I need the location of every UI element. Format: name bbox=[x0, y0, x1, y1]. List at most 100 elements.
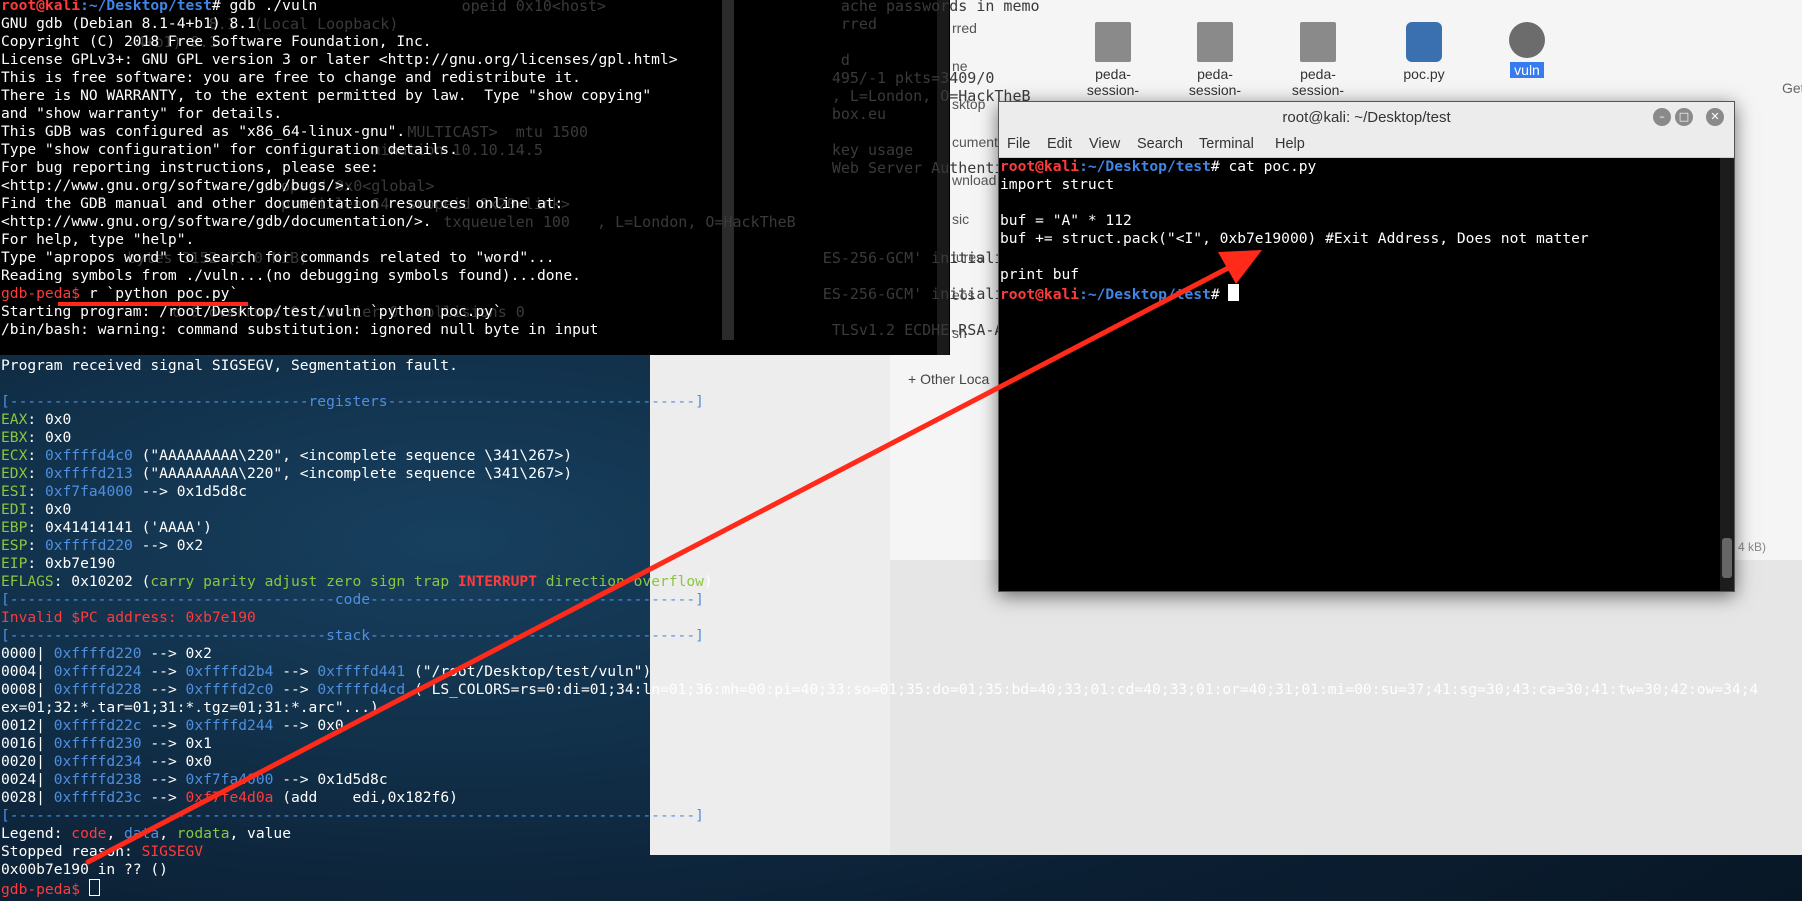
menu-view[interactable]: View bbox=[1089, 136, 1120, 152]
stack-tail: --> 0x0 bbox=[273, 717, 344, 734]
sidebar-item-starred[interactable]: rred bbox=[952, 20, 977, 36]
register-value: 0xffffd4c0 bbox=[44, 447, 133, 464]
banner-line: Find the GDB manual and other documentat… bbox=[1, 195, 564, 212]
register-value: 0x0 bbox=[44, 411, 72, 428]
gdb-first-prompt-line: root@kali:~/Desktop/test# gdb ./vuln bbox=[1, 0, 317, 15]
file-peda-session-2[interactable]: peda- session- bbox=[1175, 10, 1255, 98]
terminal-titlebar[interactable]: root@kali: ~/Desktop/test – □ ✕ bbox=[999, 102, 1734, 134]
prompt-path: :~/Desktop/test bbox=[1079, 286, 1211, 303]
prompt-user-host: root@kali bbox=[1000, 158, 1080, 175]
banner-line: For help, type "help". bbox=[1, 231, 195, 248]
terminal-body[interactable]: root@kali:~/Desktop/test# cat poc.py imp… bbox=[999, 158, 1720, 591]
signal-line: Program received signal SIGSEGV, Segment… bbox=[1, 357, 458, 374]
prompt-suffix: # bbox=[1210, 286, 1229, 303]
register-name: ESI bbox=[1, 483, 28, 500]
sidebar-item-music[interactable]: sic bbox=[952, 211, 969, 227]
stack-offset: 0008| bbox=[1, 681, 54, 698]
get-info-fragment: Get bbox=[1782, 80, 1802, 96]
terminal-cursor bbox=[88, 879, 100, 896]
register-edi: EDI: 0x0 bbox=[1, 501, 72, 518]
menu-terminal[interactable]: Terminal bbox=[1199, 136, 1254, 152]
stopped-label: Stopped reason: bbox=[1, 843, 142, 860]
final-peda-prompt-line[interactable]: gdb-peda$ bbox=[1, 879, 100, 899]
stack-separator: [------------------------------------sta… bbox=[1, 627, 704, 644]
register-eax: EAX: 0x0 bbox=[1, 411, 72, 428]
terminal-window[interactable]: root@kali: ~/Desktop/test – □ ✕ File Edi… bbox=[998, 101, 1735, 592]
eflags-interrupt-flag: INTERRUPT bbox=[457, 573, 537, 590]
file-peda-session-3[interactable]: peda- session- bbox=[1278, 10, 1358, 98]
menu-help[interactable]: Help bbox=[1275, 136, 1305, 152]
stack-offset: 0000| bbox=[1, 645, 54, 662]
menu-file[interactable]: File bbox=[1007, 136, 1030, 152]
file-label: vuln bbox=[1510, 62, 1544, 78]
file-label: peda- session- bbox=[1086, 66, 1140, 98]
stack-pointer: 0xffffd244 bbox=[185, 717, 274, 734]
legend-value: , value bbox=[229, 825, 291, 842]
banner-line: Copyright (C) 2018 Free Software Foundat… bbox=[1, 33, 432, 50]
eflags-flags: direction overflow bbox=[536, 573, 704, 590]
first-command: # gdb ./vuln bbox=[211, 0, 318, 14]
stack-row: 0016| 0xffffd230 --> 0x1 bbox=[1, 735, 212, 753]
poc-line: print buf bbox=[1000, 266, 1080, 283]
stack-offset: 0028| bbox=[1, 789, 54, 806]
stack-address: 0xffffd228 bbox=[53, 681, 142, 698]
file-vuln[interactable]: vuln bbox=[1487, 10, 1567, 78]
minimize-button[interactable]: – bbox=[1653, 108, 1671, 126]
sidebar-item-documents[interactable]: cuments bbox=[952, 134, 1005, 150]
banner-line: GNU gdb (Debian 8.1-4+b1) 8.1 bbox=[1, 15, 256, 32]
banner-line: Type "apropos word" to search for comman… bbox=[1, 249, 555, 266]
file-label: peda- session- bbox=[1188, 66, 1242, 98]
executable-gear-icon bbox=[1509, 22, 1545, 58]
file-label: peda- session- bbox=[1291, 66, 1345, 98]
stack-row: 0012| 0xffffd22c --> 0xffffd244 --> 0x0 bbox=[1, 717, 344, 734]
final-prompt-line[interactable]: root@kali:~/Desktop/test# bbox=[1000, 284, 1240, 304]
banner-line: There is NO WARRANTY, to the extent perm… bbox=[1, 87, 652, 104]
register-value: 0xf7fa4000 bbox=[44, 483, 133, 500]
menu-edit[interactable]: Edit bbox=[1047, 136, 1072, 152]
invalid-pc-line: Invalid $PC address: 0xb7e190 bbox=[1, 609, 256, 626]
minimize-icon: – bbox=[1659, 110, 1665, 123]
file-peda-session-1[interactable]: peda- session- bbox=[1073, 10, 1153, 98]
terminal-menubar: File Edit View Search Terminal Help bbox=[999, 133, 1734, 158]
legend-code: code bbox=[71, 825, 107, 842]
register-name: EDI bbox=[1, 501, 28, 518]
stack-row-continuation: ex=01;32:*.tar=01;31:*.tgz=01;31:*.arc".… bbox=[1, 699, 379, 716]
starting-program-line: Starting program: /root/Desktop/test/vul… bbox=[1, 303, 502, 320]
legend-rodata: rodata bbox=[176, 825, 230, 842]
file-size-fragment: 4 kB) bbox=[1738, 540, 1767, 554]
legend-label: Legend: bbox=[1, 825, 72, 842]
close-button[interactable]: ✕ bbox=[1706, 108, 1724, 126]
plus-icon: + bbox=[908, 371, 921, 387]
stack-pointer: 0xffffd4cd bbox=[317, 681, 406, 698]
stack-address: 0xffffd23c bbox=[53, 789, 142, 806]
cat-command: # cat poc.py bbox=[1210, 158, 1317, 175]
prompt-user-host: root@kali bbox=[1000, 286, 1080, 303]
eflags-close: ) bbox=[703, 573, 713, 590]
stack-pointer: 0xf7fa4000 bbox=[185, 771, 274, 788]
close-icon: ✕ bbox=[1710, 110, 1720, 123]
window-title: root@kali: ~/Desktop/test bbox=[1282, 109, 1451, 126]
banner-line: For bug reporting instructions, please s… bbox=[1, 159, 379, 176]
terminal-scrollbar-thumb[interactable] bbox=[1722, 538, 1732, 578]
terminal-cursor bbox=[1228, 284, 1240, 301]
stack-pointer: 0xffffd441 bbox=[317, 663, 406, 680]
sidebar-item-other-locations[interactable]: + Other Loca bbox=[908, 371, 989, 387]
stopped-reason-line: Stopped reason: SIGSEGV bbox=[1, 843, 203, 861]
stopped-value: SIGSEGV bbox=[141, 843, 204, 860]
menu-search[interactable]: Search bbox=[1137, 136, 1183, 152]
register-esp: ESP: 0xffffd220 --> 0x2 bbox=[1, 537, 204, 554]
registers-separator: [----------------------------------regis… bbox=[1, 393, 704, 410]
file-poc-py[interactable]: poc.py bbox=[1384, 10, 1464, 82]
maximize-button[interactable]: □ bbox=[1675, 108, 1693, 126]
stack-address: 0xffffd224 bbox=[53, 663, 142, 680]
other-locations-label: Other Loca bbox=[920, 371, 990, 387]
register-value: 0x0 bbox=[44, 429, 72, 446]
stack-tail: ("/root/Desktop/test/vuln") bbox=[405, 663, 652, 680]
peda-prompt: gdb-peda$ bbox=[1, 285, 81, 302]
document-icon bbox=[1095, 22, 1131, 62]
banner-line: License GPLv3+: GNU GPL version 3 or lat… bbox=[1, 51, 678, 68]
register-name: EBX bbox=[1, 429, 28, 446]
register-detail: --> 0x1d5d8c bbox=[132, 483, 248, 500]
terminal-scrollbar[interactable] bbox=[1720, 158, 1734, 591]
register-name: EDX bbox=[1, 465, 28, 482]
